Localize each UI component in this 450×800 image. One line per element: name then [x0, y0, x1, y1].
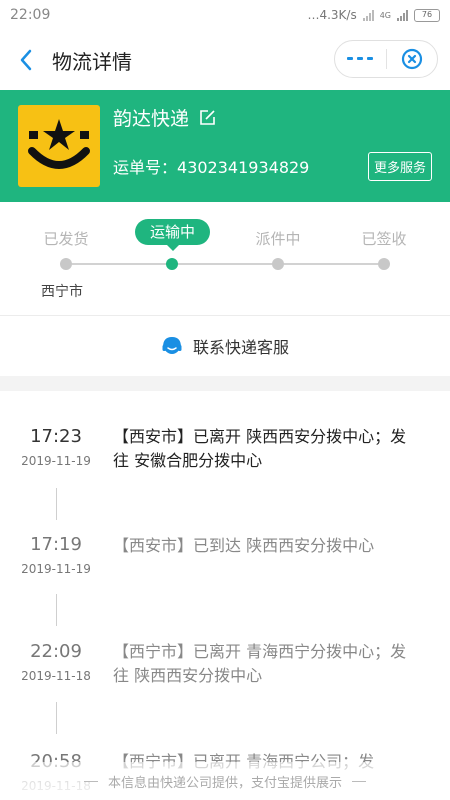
more-dots-icon [347, 57, 374, 60]
close-app-button[interactable] [387, 41, 438, 77]
customer-service-icon [162, 336, 182, 354]
step-dot-active [166, 258, 178, 270]
more-services-button[interactable]: 更多服务 [367, 152, 432, 181]
courier-header: 韵达快递 运单号：4302341934829 更多服务 [0, 90, 450, 202]
courier-name-label: 韵达快递 [113, 108, 190, 130]
event-description: 【西宁市】已离开 青海西宁分拨中心；发往 陕西西安分拨中心 [113, 642, 407, 685]
timeline-connector [56, 594, 57, 626]
step-shipped: 已发货 [43, 230, 89, 248]
tracking-timeline: 17:23 2019-11-19 【西安市】已离开 陕西西安分拨中心；发往 安徽… [0, 391, 450, 800]
tracking-number: 运单号：4302341934829 [113, 154, 309, 178]
step-delivering: 派件中 [255, 230, 301, 248]
network-type: 4G [379, 10, 391, 20]
step-in-transit: 运输中 [135, 219, 210, 251]
event-time: 22:09 [30, 641, 82, 662]
event-description: 【西安市】已到达 陕西西安分拨中心 [113, 536, 375, 555]
step-dot [60, 258, 72, 270]
courier-logo [18, 105, 100, 187]
progress-line [178, 263, 272, 265]
edit-icon[interactable] [199, 109, 216, 126]
progress-line [72, 263, 166, 265]
courier-name: 韵达快递 [113, 104, 216, 131]
section-separator [0, 376, 450, 391]
page-title: 物流详情 [52, 49, 132, 74]
footer-note: 本信息由快递公司提供，支付宝提供展示 [0, 762, 450, 800]
timeline-connector [56, 702, 57, 734]
battery-icon: 76 [414, 8, 440, 22]
origin-city: 西宁市 [41, 284, 83, 300]
contact-courier-button[interactable]: 联系快递客服 [0, 316, 450, 376]
signal-icon [362, 9, 374, 21]
more-options-button[interactable] [335, 41, 386, 77]
chevron-left-icon [20, 49, 32, 71]
event-date: 2019-11-19 [21, 562, 91, 576]
tracking-value: 4302341934829 [177, 158, 310, 177]
event-description: 【西安市】已离开 陕西西安分拨中心；发往 安徽合肥分拨中心 [113, 427, 407, 470]
step-signed: 已签收 [361, 230, 407, 248]
footer-dash [83, 780, 98, 782]
step-dot [272, 258, 284, 270]
close-circle-icon [401, 48, 422, 70]
back-button[interactable] [0, 30, 52, 90]
status-bar: 22:09 …4.3K/s 4G 76 [0, 0, 450, 30]
status-icons: …4.3K/s 4G 76 [307, 8, 440, 22]
event-time: 17:19 [30, 534, 82, 555]
progress-line [284, 263, 378, 265]
footer-dash [352, 780, 366, 782]
timeline-connector [56, 488, 57, 520]
status-time: 22:09 [10, 7, 51, 23]
shipping-progress: 已发货 运输中 派件中 已签收 西宁市 [0, 202, 450, 315]
contact-label: 联系快递客服 [192, 338, 289, 357]
yunda-logo-icon [28, 119, 90, 169]
event-date: 2019-11-19 [21, 454, 91, 468]
tracking-label: 运单号： [113, 158, 178, 177]
mini-app-capsule [334, 40, 438, 78]
nav-bar: 物流详情 [0, 30, 450, 90]
footer-text: 本信息由快递公司提供，支付宝提供展示 [107, 775, 342, 791]
event-time: 17:23 [30, 426, 82, 447]
signal-icon-2 [397, 9, 408, 21]
event-date: 2019-11-18 [21, 669, 91, 683]
step-dot [378, 258, 390, 270]
network-speed: …4.3K/s [307, 8, 357, 22]
